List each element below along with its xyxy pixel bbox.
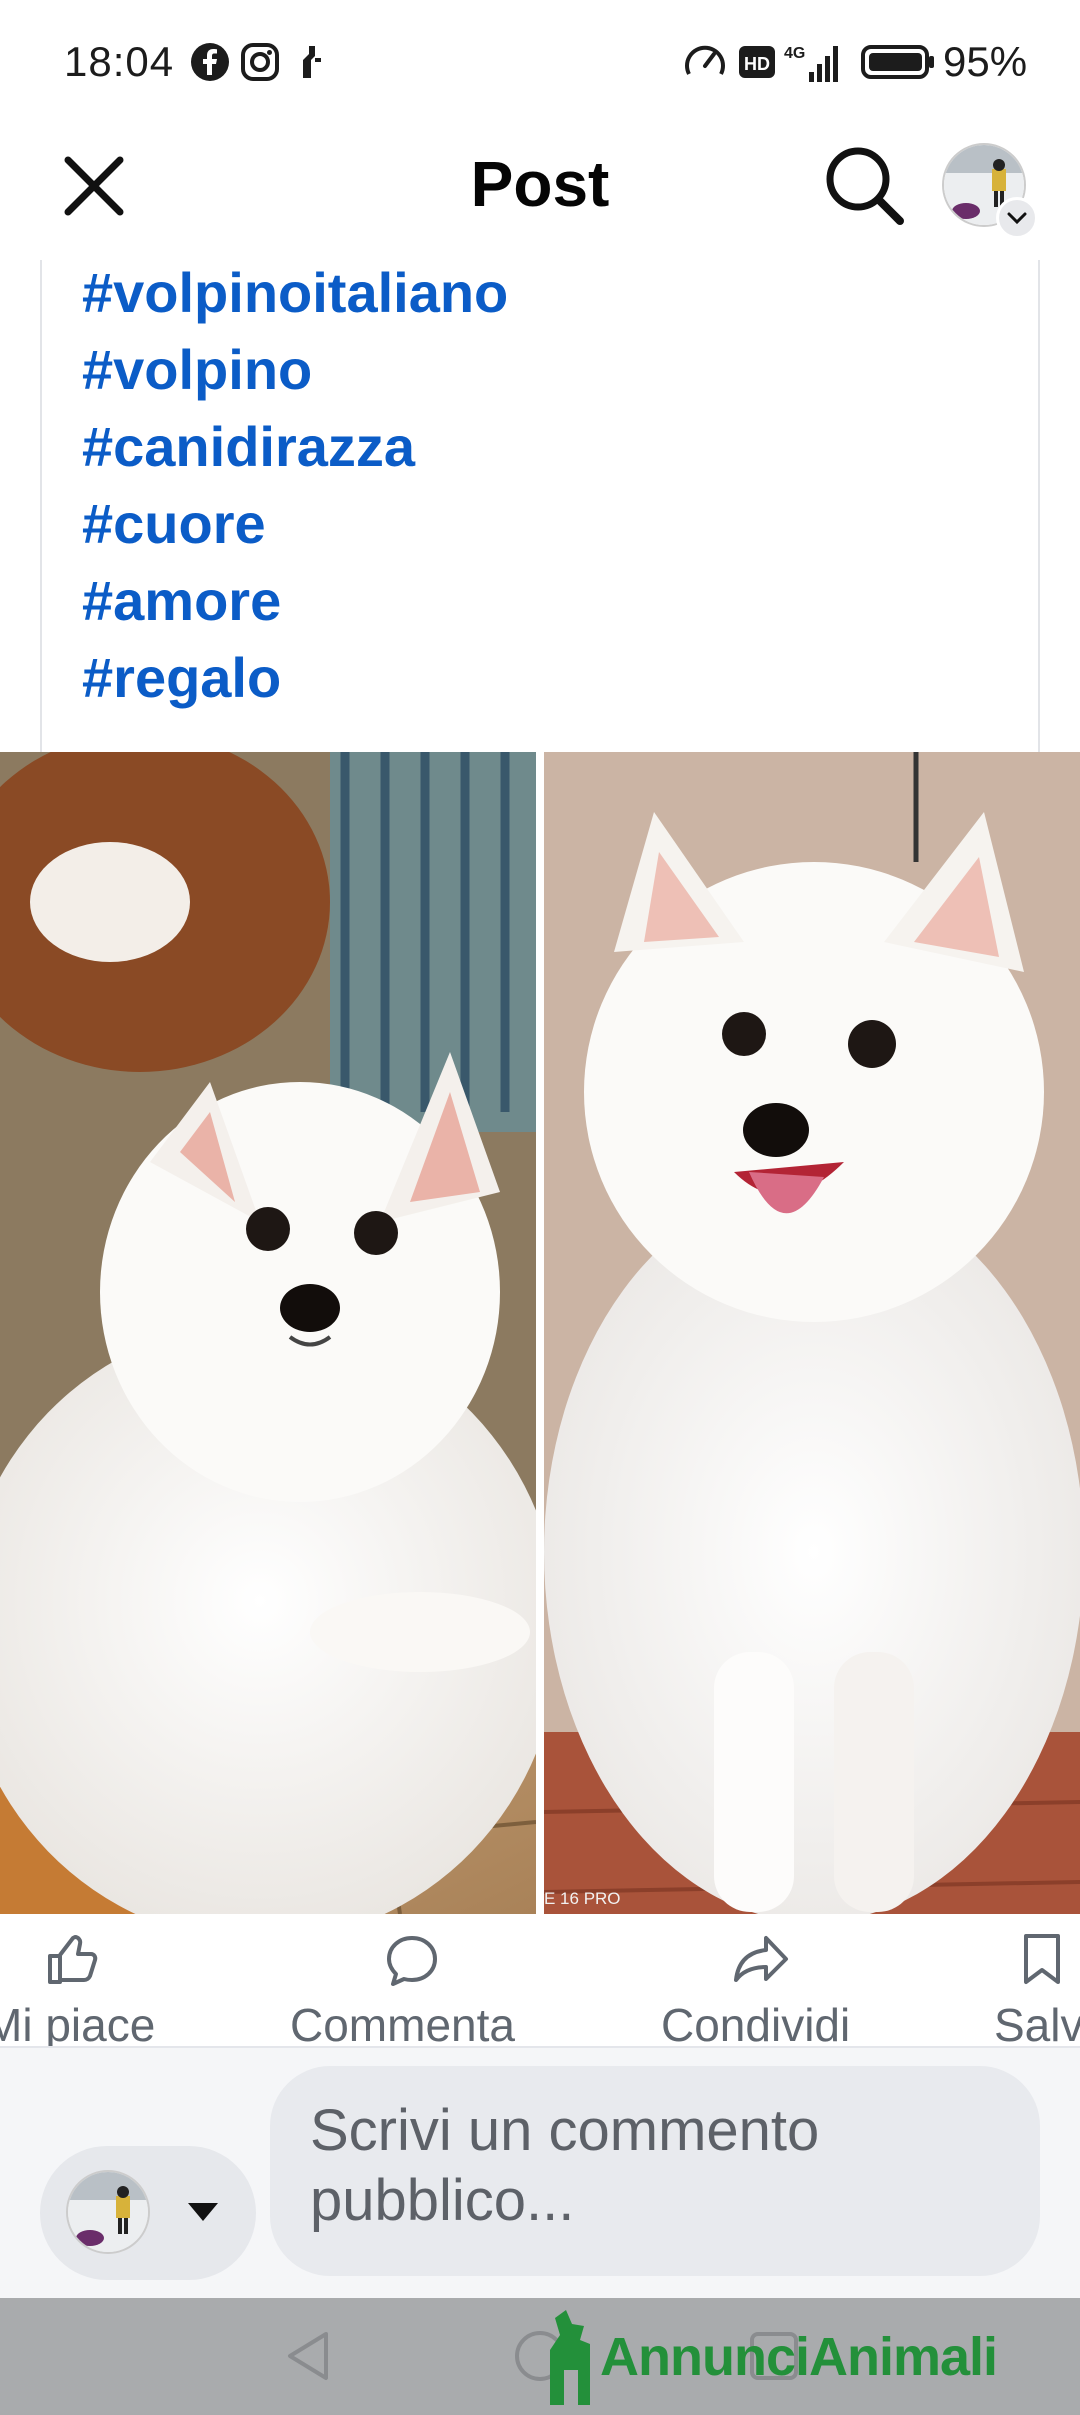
status-time: 18:04 [64, 38, 175, 85]
page-title: Post [470, 148, 610, 220]
4g-signal-icon: 4G [784, 45, 838, 82]
thumbs-up-icon [48, 1935, 98, 1984]
annuncianimali-logo-icon [550, 2310, 590, 2405]
comment-composer: Scrivi un commento pubblico... [0, 2048, 1080, 2298]
commenter-avatar [66, 2170, 150, 2254]
battery-percentage: 95% [943, 38, 1028, 85]
save-label: Salva [994, 1999, 1080, 2048]
facebook-icon [191, 43, 229, 81]
avatar-image [68, 2172, 148, 2252]
comment-icon [387, 1936, 437, 1986]
share-icon [734, 1936, 788, 1982]
battery-icon [861, 45, 934, 79]
app-notification-icon [303, 46, 321, 78]
like-button[interactable]: Mi piace [0, 1914, 240, 2046]
chevron-down-icon[interactable] [996, 197, 1038, 239]
camera-watermark: E 16 PRO [544, 1889, 621, 1908]
comment-identity-switcher[interactable] [40, 2146, 256, 2280]
hashtag-link[interactable]: #volpinoitaliano [82, 260, 508, 325]
dog-photo-right: E 16 PRO [544, 752, 1080, 1914]
hashtag-link[interactable]: #canidirazza [82, 414, 415, 479]
dog-photo-left [0, 752, 536, 1914]
data-saver-icon [685, 45, 725, 75]
comment-input[interactable]: Scrivi un commento pubblico... [270, 2066, 1040, 2276]
photo-grid: E 16 PRO [0, 752, 1080, 1914]
instagram-icon [241, 43, 279, 81]
caret-down-icon [188, 2203, 218, 2221]
status-bar: 18:04 HD 4G 95% [0, 0, 1080, 125]
comment-button[interactable]: Commenta [270, 1914, 570, 2046]
hashtag-link[interactable]: #cuore [82, 491, 266, 556]
hd-icon: HD [739, 46, 775, 78]
svg-text:4G: 4G [784, 45, 805, 62]
back-nav-icon[interactable] [282, 2328, 334, 2384]
comment-label: Commenta [290, 1999, 515, 2048]
hashtag-link[interactable]: #volpino [82, 337, 312, 402]
annuncianimali-watermark: AnnunciAnimali [600, 2327, 998, 2387]
post-header: Post [0, 125, 1080, 260]
post-action-bar: Mi piace Commenta Condividi Salva [0, 1914, 1080, 2048]
photo-white-volpino-lying[interactable] [0, 752, 536, 1914]
hashtag-link[interactable]: #amore [82, 568, 281, 633]
share-label: Condividi [661, 1999, 851, 2048]
photo-white-volpino-sitting[interactable]: E 16 PRO [544, 752, 1080, 1914]
like-label: Mi piace [0, 1999, 156, 2048]
hashtag-link[interactable]: #regalo [82, 645, 281, 710]
share-button[interactable]: Condividi [640, 1914, 920, 2046]
search-icon[interactable] [822, 143, 906, 227]
save-button[interactable]: Salva [990, 1914, 1080, 2046]
svg-text:HD: HD [744, 54, 770, 74]
post-caption: #volpinoitaliano #volpino #canidirazza #… [40, 260, 1040, 752]
bookmark-icon [1024, 1934, 1060, 1984]
